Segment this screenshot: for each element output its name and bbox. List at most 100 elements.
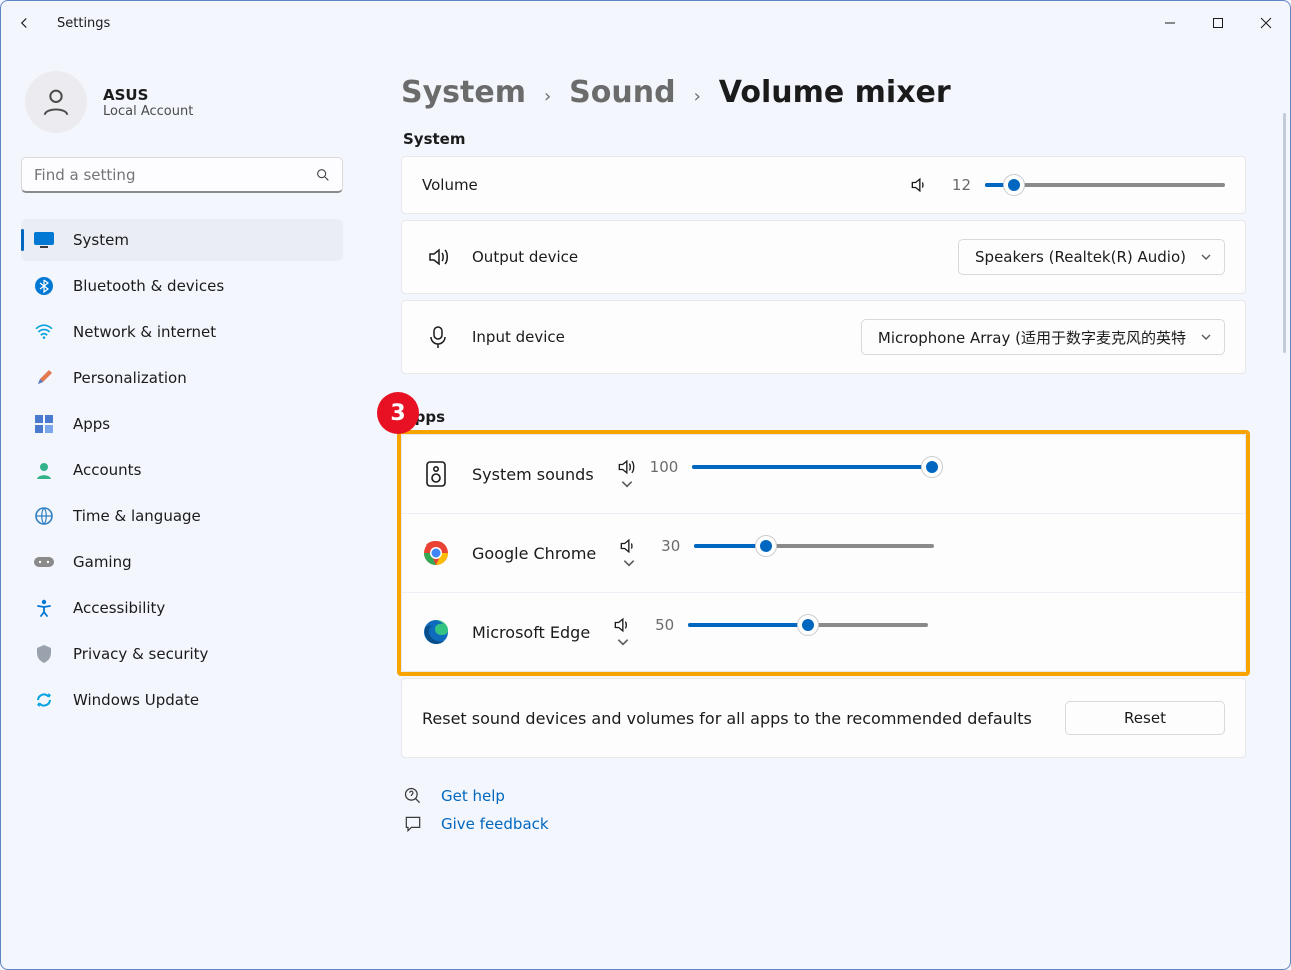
- output-device-dropdown[interactable]: Speakers (Realtek(R) Audio): [958, 239, 1225, 275]
- sidebar-item-update[interactable]: Windows Update: [21, 679, 343, 721]
- user-block[interactable]: ASUS Local Account: [15, 61, 349, 157]
- help-row: Get help: [401, 786, 1246, 806]
- sidebar: ASUS Local Account System Bluetooth &: [1, 45, 361, 969]
- sidebar-item-privacy[interactable]: Privacy & security: [21, 633, 343, 675]
- app-volume-slider[interactable]: [692, 457, 932, 477]
- sidebar-item-time-language[interactable]: Time & language: [21, 495, 343, 537]
- user-account-type: Local Account: [103, 104, 193, 119]
- speaker-icon[interactable]: [612, 615, 632, 635]
- system-volume-control: 12: [909, 175, 1225, 195]
- speaker-icon[interactable]: [616, 457, 636, 477]
- expand-button[interactable]: [618, 556, 640, 570]
- app-row-edge: Microsoft Edge 50: [402, 592, 1245, 671]
- feedback-icon: [403, 814, 423, 834]
- app-volume-control: 30: [618, 536, 934, 556]
- sidebar-item-accessibility[interactable]: Accessibility: [21, 587, 343, 629]
- app-row-system-sounds: System sounds 100: [402, 435, 1245, 513]
- window-controls: [1146, 1, 1290, 45]
- minimize-icon: [1164, 17, 1176, 29]
- user-name: ASUS: [103, 86, 193, 104]
- sidebar-item-apps[interactable]: Apps: [21, 403, 343, 445]
- speaker-wave-icon: [422, 245, 454, 269]
- sidebar-item-bluetooth[interactable]: Bluetooth & devices: [21, 265, 343, 307]
- sidebar-item-label: Time & language: [73, 507, 201, 525]
- input-device-dropdown[interactable]: Microphone Array (适用于数字麦克风的英特: [861, 319, 1225, 355]
- sidebar-item-network[interactable]: Network & internet: [21, 311, 343, 353]
- app-name-label: Microsoft Edge: [472, 623, 590, 642]
- app-volume-value: 30: [652, 537, 680, 555]
- search-box[interactable]: [21, 157, 343, 193]
- chevron-down-icon: [620, 477, 634, 491]
- system-volume-slider[interactable]: [985, 175, 1225, 195]
- edge-icon: [422, 618, 450, 646]
- sidebar-item-personalization[interactable]: Personalization: [21, 357, 343, 399]
- chevron-down-icon: [1200, 251, 1212, 263]
- person-icon: [33, 459, 55, 481]
- wifi-icon: [33, 321, 55, 343]
- speaker-icon[interactable]: [909, 175, 929, 195]
- app-name-label: System sounds: [472, 465, 594, 484]
- close-button[interactable]: [1242, 1, 1290, 45]
- sidebar-item-label: Network & internet: [73, 323, 216, 341]
- chrome-icon: [422, 539, 450, 567]
- breadcrumb: System › Sound › Volume mixer: [401, 75, 1246, 110]
- app-volume-slider[interactable]: [694, 536, 934, 556]
- get-help-link[interactable]: Get help: [441, 787, 505, 805]
- sidebar-item-gaming[interactable]: Gaming: [21, 541, 343, 583]
- sidebar-item-accounts[interactable]: Accounts: [21, 449, 343, 491]
- apps-card: System sounds 100: [401, 434, 1246, 672]
- reset-card: Reset sound devices and volumes for all …: [401, 678, 1246, 758]
- app-volume-control: 50: [612, 615, 928, 635]
- app-volume-control: 100: [616, 457, 932, 477]
- sidebar-item-label: Accessibility: [73, 599, 165, 617]
- main-content: System › Sound › Volume mixer System Vol…: [361, 45, 1290, 969]
- sidebar-item-label: System: [73, 231, 129, 249]
- chevron-down-icon: [1200, 331, 1212, 343]
- app-name: Settings: [47, 16, 110, 31]
- output-device-card: Output device Speakers (Realtek(R) Audio…: [401, 220, 1246, 294]
- speaker-icon[interactable]: [618, 536, 638, 556]
- scrollbar[interactable]: [1283, 113, 1286, 353]
- volume-label: Volume: [422, 176, 478, 194]
- globe-icon: [33, 505, 55, 527]
- update-icon: [33, 689, 55, 711]
- expand-button[interactable]: [612, 635, 634, 649]
- app-name-label: Google Chrome: [472, 544, 596, 563]
- titlebar: Settings: [1, 1, 1290, 45]
- close-icon: [1260, 17, 1272, 29]
- gamepad-icon: [33, 551, 55, 573]
- back-button[interactable]: [1, 1, 47, 45]
- sidebar-item-system[interactable]: System: [21, 219, 343, 261]
- maximize-icon: [1212, 17, 1224, 29]
- app-volume-value: 100: [650, 458, 678, 476]
- shield-icon: [33, 643, 55, 665]
- minimize-button[interactable]: [1146, 1, 1194, 45]
- reset-button-label: Reset: [1124, 709, 1166, 727]
- section-heading-system: System: [403, 130, 1246, 148]
- maximize-button[interactable]: [1194, 1, 1242, 45]
- input-device-card: Input device Microphone Array (适用于数字麦克风的…: [401, 300, 1246, 374]
- sidebar-item-label: Gaming: [73, 553, 132, 571]
- search-input[interactable]: [21, 157, 343, 193]
- sidebar-item-label: Apps: [73, 415, 110, 433]
- person-icon: [39, 85, 73, 119]
- avatar: [25, 71, 87, 133]
- section-heading-apps: Apps: [403, 408, 1246, 426]
- sidebar-item-label: Personalization: [73, 369, 187, 387]
- search-icon: [315, 167, 331, 183]
- arrow-left-icon: [15, 14, 33, 32]
- sidebar-item-label: Accounts: [73, 461, 141, 479]
- give-feedback-link[interactable]: Give feedback: [441, 815, 549, 833]
- app-volume-slider[interactable]: [688, 615, 928, 635]
- chevron-right-icon: ›: [544, 86, 551, 107]
- breadcrumb-system[interactable]: System: [401, 75, 526, 110]
- speaker-box-icon: [422, 460, 450, 488]
- input-device-label: Input device: [472, 328, 565, 346]
- expand-button[interactable]: [616, 477, 638, 491]
- volume-card: Volume 12: [401, 156, 1246, 214]
- breadcrumb-sound[interactable]: Sound: [569, 75, 675, 110]
- chevron-down-icon: [622, 556, 636, 570]
- input-device-value: Microphone Array (适用于数字麦克风的英特: [878, 327, 1186, 348]
- reset-button[interactable]: Reset: [1065, 701, 1225, 735]
- help-icon: [403, 786, 423, 806]
